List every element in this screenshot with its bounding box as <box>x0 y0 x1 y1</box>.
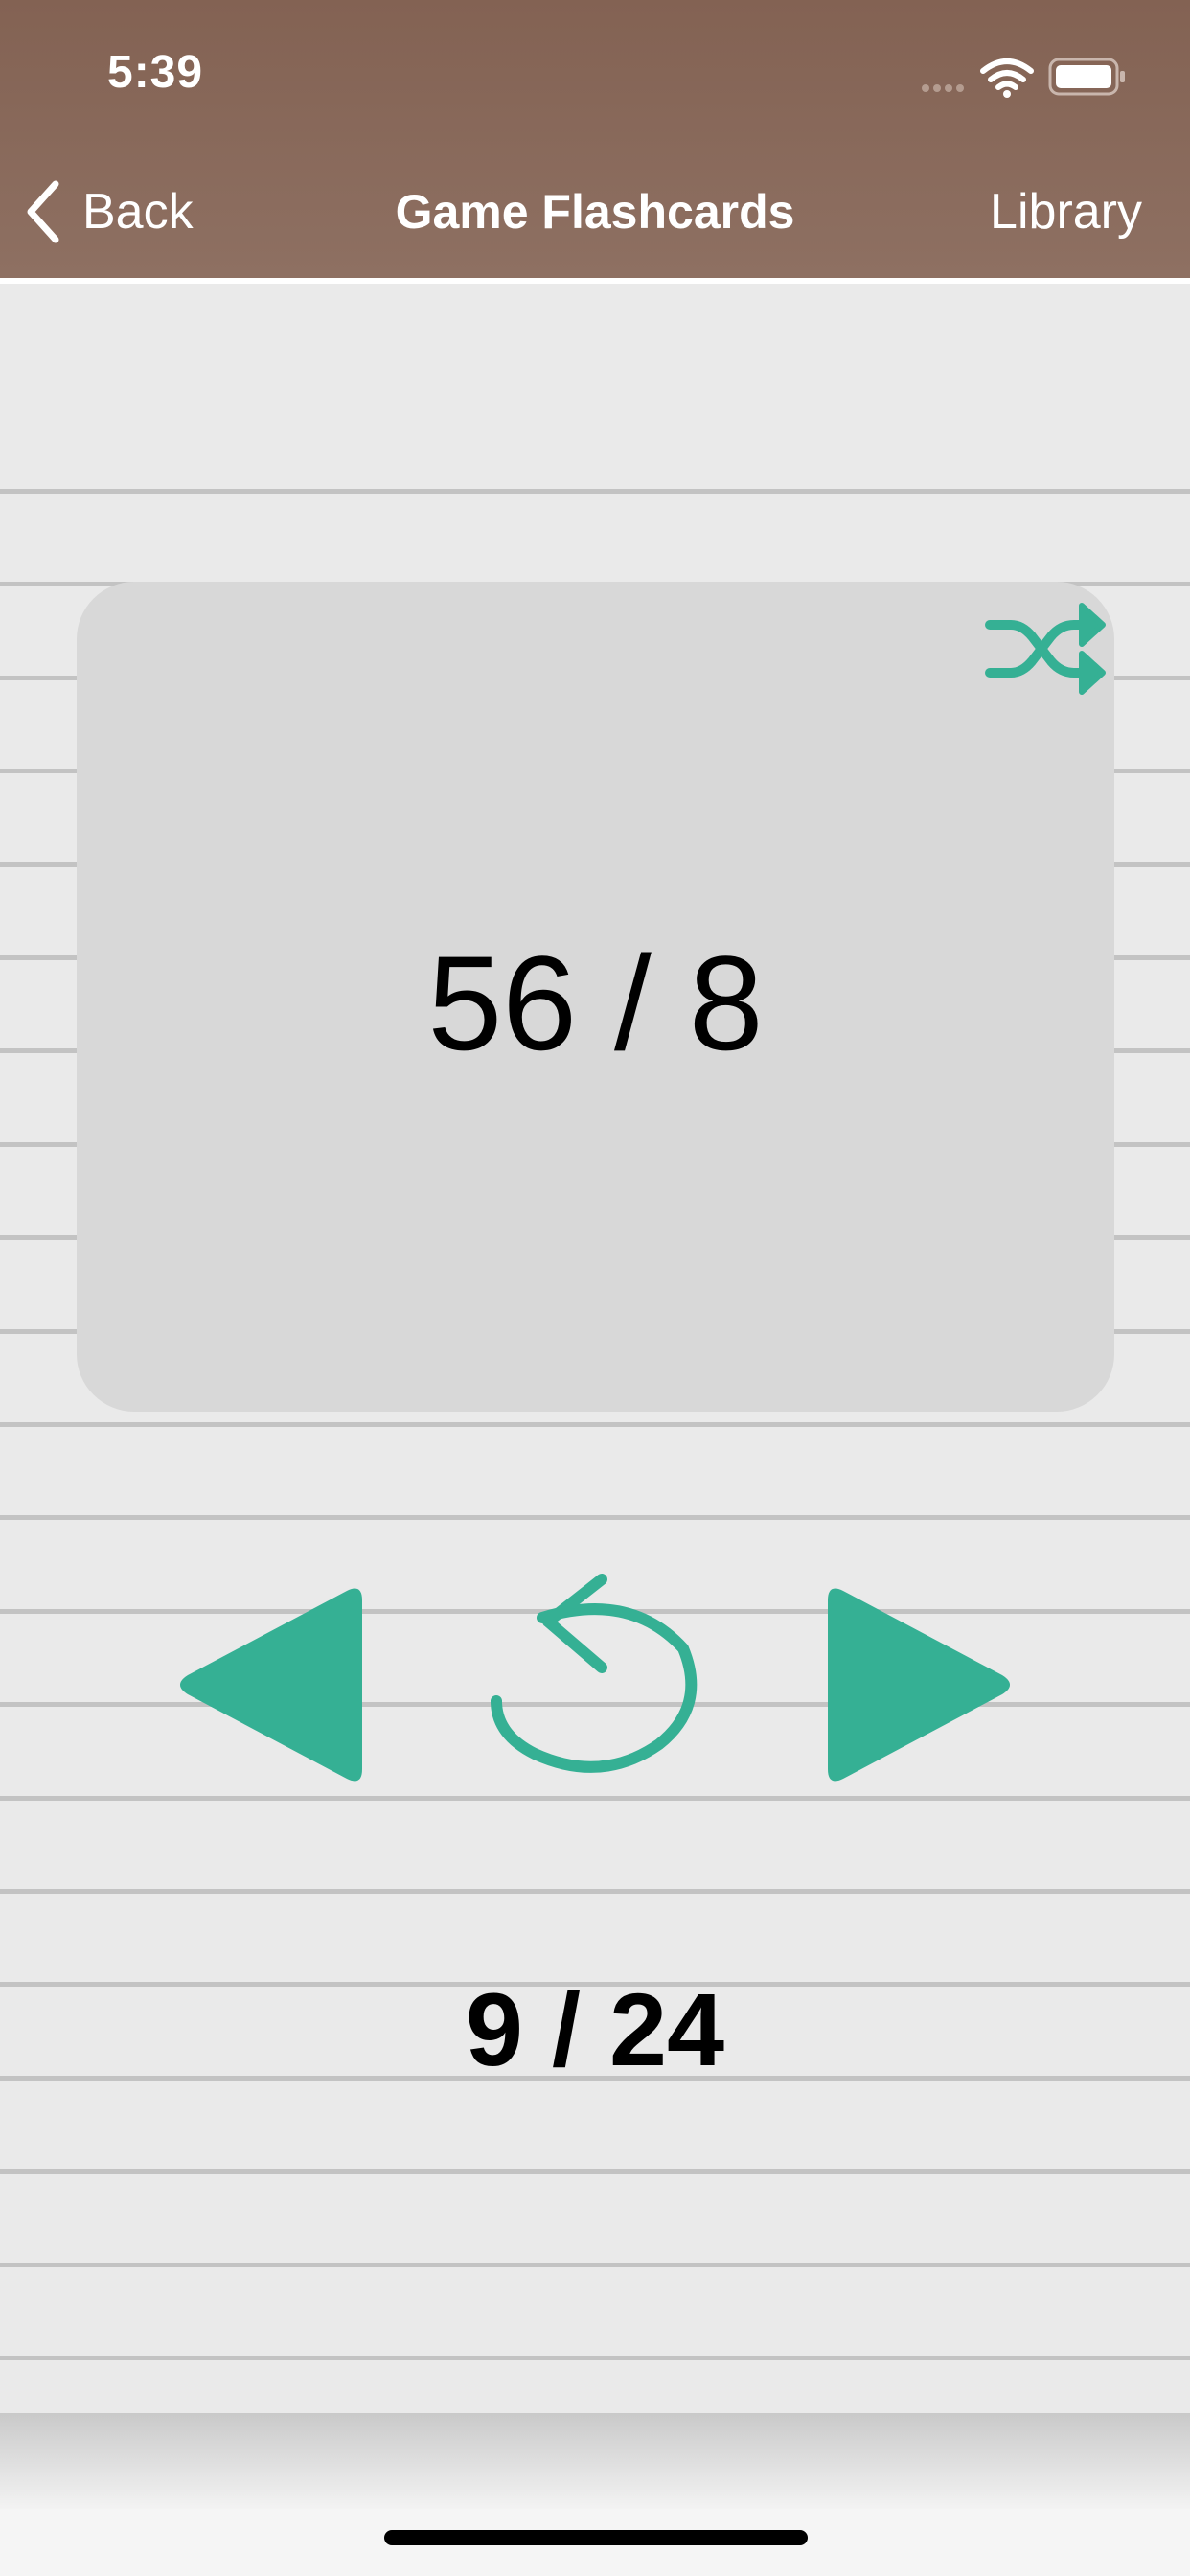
paper-rule <box>0 1796 1190 1801</box>
status-time: 5:39 <box>107 47 204 98</box>
bottom-shadow <box>0 2413 1190 2509</box>
status-icons <box>922 58 1125 98</box>
undo-icon <box>491 1574 698 1773</box>
screen: 5:39 Back Game Flashcards Library 56 / 8… <box>0 0 1190 2576</box>
signal-icon <box>922 84 964 92</box>
paper-rule <box>0 2169 1190 2174</box>
triangle-right-icon <box>828 1588 1010 1782</box>
card-counter: 9 / 24 <box>465 1971 725 2087</box>
flashcard[interactable]: 56 / 8 <box>77 582 1114 1412</box>
paper-rule <box>0 1515 1190 1520</box>
previous-button[interactable] <box>172 1583 374 1788</box>
paper-rule <box>0 489 1190 494</box>
triangle-left-icon <box>180 1588 362 1782</box>
paper-rule <box>0 1422 1190 1427</box>
flip-button[interactable] <box>487 1572 703 1796</box>
paper-rule <box>0 2356 1190 2360</box>
wifi-icon <box>980 58 1034 90</box>
navigation-header: 5:39 Back Game Flashcards Library <box>0 0 1190 278</box>
shuffle-icon[interactable] <box>982 591 1107 706</box>
library-button[interactable]: Library <box>990 178 1142 245</box>
home-indicator[interactable] <box>384 2530 808 2545</box>
battery-icon <box>1048 58 1125 96</box>
next-button[interactable] <box>816 1583 1018 1788</box>
paper-rule <box>0 2263 1190 2267</box>
flashcard-text: 56 / 8 <box>427 928 764 1078</box>
paper-rule <box>0 1889 1190 1894</box>
